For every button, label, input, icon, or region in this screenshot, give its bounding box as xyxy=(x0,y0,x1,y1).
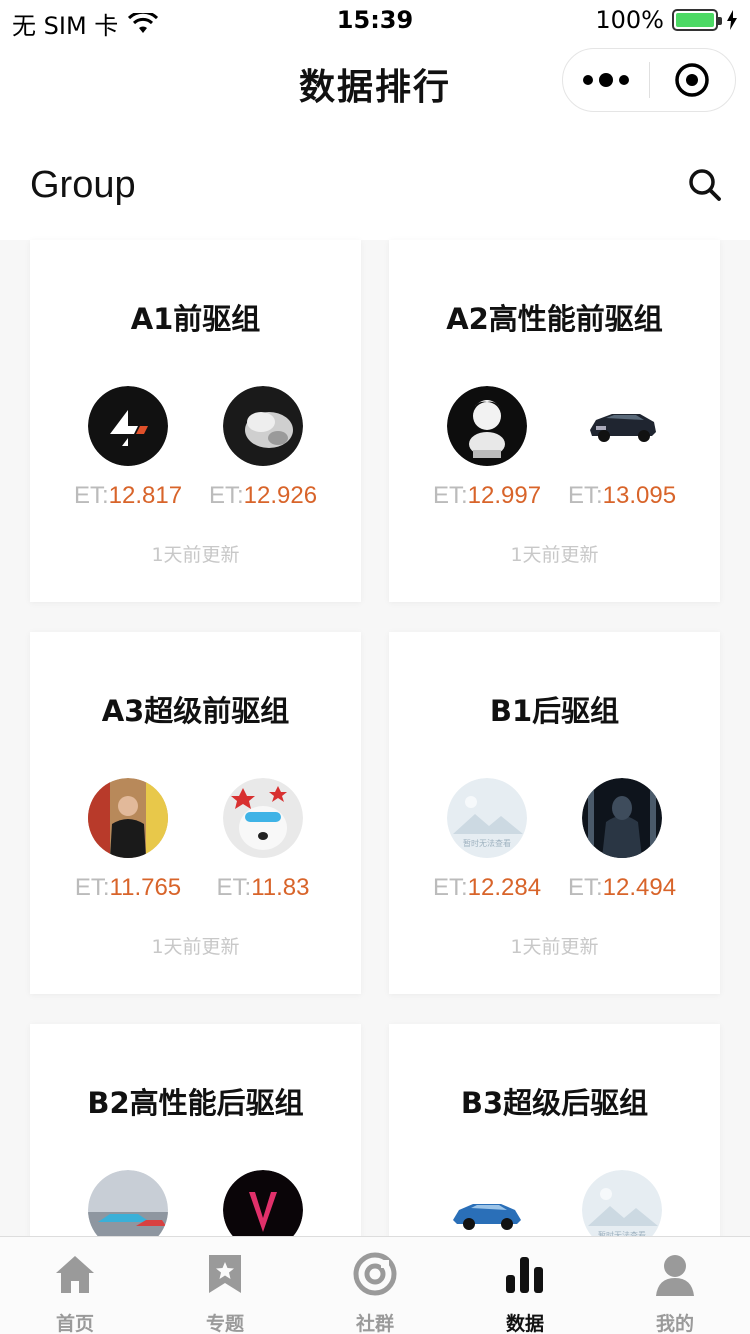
avatar[interactable] xyxy=(88,386,168,466)
updated-time: 1天前更新 xyxy=(510,936,599,958)
tab-label: 数据 xyxy=(505,1313,544,1334)
image-placeholder-icon: 暂时无法查看 xyxy=(582,1170,662,1236)
avatar[interactable] xyxy=(88,1170,168,1236)
et-prefix: ET: xyxy=(216,874,252,901)
group-name: B1后驱组 xyxy=(489,694,620,728)
bar-chart-icon xyxy=(506,1257,543,1293)
charging-icon xyxy=(727,10,737,30)
et-value-left: ET:11.765 xyxy=(63,874,193,902)
tab-community[interactable]: 社群 xyxy=(300,1237,450,1334)
image-placeholder-icon: 暂时无法查看 xyxy=(447,778,527,858)
v-logo-avatar-image xyxy=(223,1170,303,1236)
et-prefix: ET: xyxy=(567,482,603,509)
racetrack-avatar-image xyxy=(88,1170,168,1236)
avatar[interactable] xyxy=(582,778,662,858)
home-icon xyxy=(56,1256,94,1293)
bookmark-icon xyxy=(209,1255,241,1293)
avatar[interactable]: 暂时无法查看 xyxy=(447,778,527,858)
avatar[interactable] xyxy=(223,778,303,858)
more-dot-icon xyxy=(618,75,629,85)
updated-time: 1天前更新 xyxy=(510,544,599,566)
updated-time: 1天前更新 xyxy=(151,936,240,958)
group-name: A1前驱组 xyxy=(130,302,261,336)
tab-mine[interactable]: 我的 xyxy=(600,1237,750,1334)
et-number: 11.83 xyxy=(251,874,310,901)
group-card[interactable]: B3超级后驱组 暂时无法查看 xyxy=(389,1024,720,1236)
et-value-left: ET:12.817 xyxy=(63,482,193,510)
tab-label: 首页 xyxy=(55,1313,94,1334)
tab-home[interactable]: 首页 xyxy=(0,1237,150,1334)
et-number: 12.997 xyxy=(467,482,542,509)
battery-percent: 100% xyxy=(595,6,664,34)
et-number: 12.926 xyxy=(243,482,318,509)
avatar[interactable] xyxy=(88,778,168,858)
group-name: A3超级前驱组 xyxy=(101,694,290,728)
close-miniprogram-button[interactable] xyxy=(650,49,736,111)
group-card[interactable]: B2高性能后驱组 xyxy=(30,1024,361,1236)
bottom-tab-bar: 首页 专题 社群 数据 我的 xyxy=(0,1236,750,1334)
group-name: A2高性能前驱组 xyxy=(446,302,663,336)
et-number: 13.095 xyxy=(602,482,677,509)
search-button[interactable] xyxy=(688,168,722,206)
battery-icon xyxy=(672,9,722,31)
et-value-right: ET:13.095 xyxy=(557,482,687,510)
more-button[interactable] xyxy=(563,49,649,111)
more-dot-icon xyxy=(598,73,613,87)
content-area: Group A1前驱组 ET:12.817 ET:12.926 1天前更新 A2… xyxy=(0,130,750,1236)
tab-label: 我的 xyxy=(655,1313,694,1334)
tab-label: 专题 xyxy=(205,1313,244,1334)
avatar[interactable] xyxy=(582,386,662,466)
et-value-right: ET:11.83 xyxy=(198,874,328,902)
et-number: 11.765 xyxy=(109,874,182,901)
group-card[interactable]: A1前驱组 ET:12.817 ET:12.926 1天前更新 xyxy=(30,240,361,602)
person-photo-avatar-image xyxy=(88,778,168,858)
et-value-left: ET:12.997 xyxy=(422,482,552,510)
avatar[interactable] xyxy=(223,386,303,466)
section-header: Group xyxy=(0,130,750,240)
et-number: 12.817 xyxy=(108,482,183,509)
et-prefix: ET: xyxy=(208,482,244,509)
group-card[interactable]: A3超级前驱组 ET:11.765 ET:11.83 1天前更新 xyxy=(30,632,361,994)
group-card[interactable]: A2高性能前驱组 ET:12.997 ET:13.095 1天前更新 xyxy=(389,240,720,602)
avatar[interactable] xyxy=(447,386,527,466)
status-bar: 无 SIM 卡 15:39 100% xyxy=(0,0,750,40)
et-number: 12.284 xyxy=(467,874,542,901)
et-prefix: ET: xyxy=(432,482,468,509)
logo-avatar-image xyxy=(88,386,168,466)
dog-avatar-image xyxy=(223,778,303,858)
more-dot-icon xyxy=(582,75,593,85)
et-prefix: ET: xyxy=(432,874,468,901)
et-value-right: ET:12.926 xyxy=(198,482,328,510)
photo-avatar-image xyxy=(223,386,303,466)
updated-time: 1天前更新 xyxy=(151,544,240,566)
target-icon xyxy=(675,63,709,97)
person-icon xyxy=(656,1255,694,1296)
avatar[interactable]: 暂时无法查看 xyxy=(582,1170,662,1236)
et-prefix: ET: xyxy=(73,482,109,509)
status-right: 100% xyxy=(595,6,738,34)
group-name: B2高性能后驱组 xyxy=(87,1086,304,1120)
blue-car-avatar-image xyxy=(447,1170,527,1236)
tab-label: 社群 xyxy=(355,1313,394,1334)
et-value-left: ET:12.284 xyxy=(422,874,552,902)
tab-topics[interactable]: 专题 xyxy=(150,1237,300,1334)
search-icon xyxy=(689,169,721,201)
group-name: B3超级后驱组 xyxy=(460,1086,649,1120)
avatar[interactable] xyxy=(223,1170,303,1236)
car-avatar-image xyxy=(582,386,662,466)
tab-data[interactable]: 数据 xyxy=(450,1237,600,1334)
community-icon xyxy=(353,1252,397,1296)
avatar[interactable] xyxy=(447,1170,527,1236)
et-prefix: ET: xyxy=(567,874,603,901)
group-card[interactable]: B1后驱组 暂时无法查看 ET:12.284 ET:12.494 1天前更新 xyxy=(389,632,720,994)
robot-avatar-image xyxy=(582,778,662,858)
et-prefix: ET: xyxy=(74,874,110,901)
et-number: 12.494 xyxy=(602,874,677,901)
top-bar: 无 SIM 卡 15:39 100% 数据排行 xyxy=(0,0,750,130)
section-title: Group xyxy=(30,164,136,206)
placeholder-caption: 暂时无法查看 xyxy=(463,838,511,848)
cartoon-avatar-image xyxy=(447,386,527,466)
miniprogram-capsule xyxy=(562,48,736,112)
et-value-right: ET:12.494 xyxy=(557,874,687,902)
